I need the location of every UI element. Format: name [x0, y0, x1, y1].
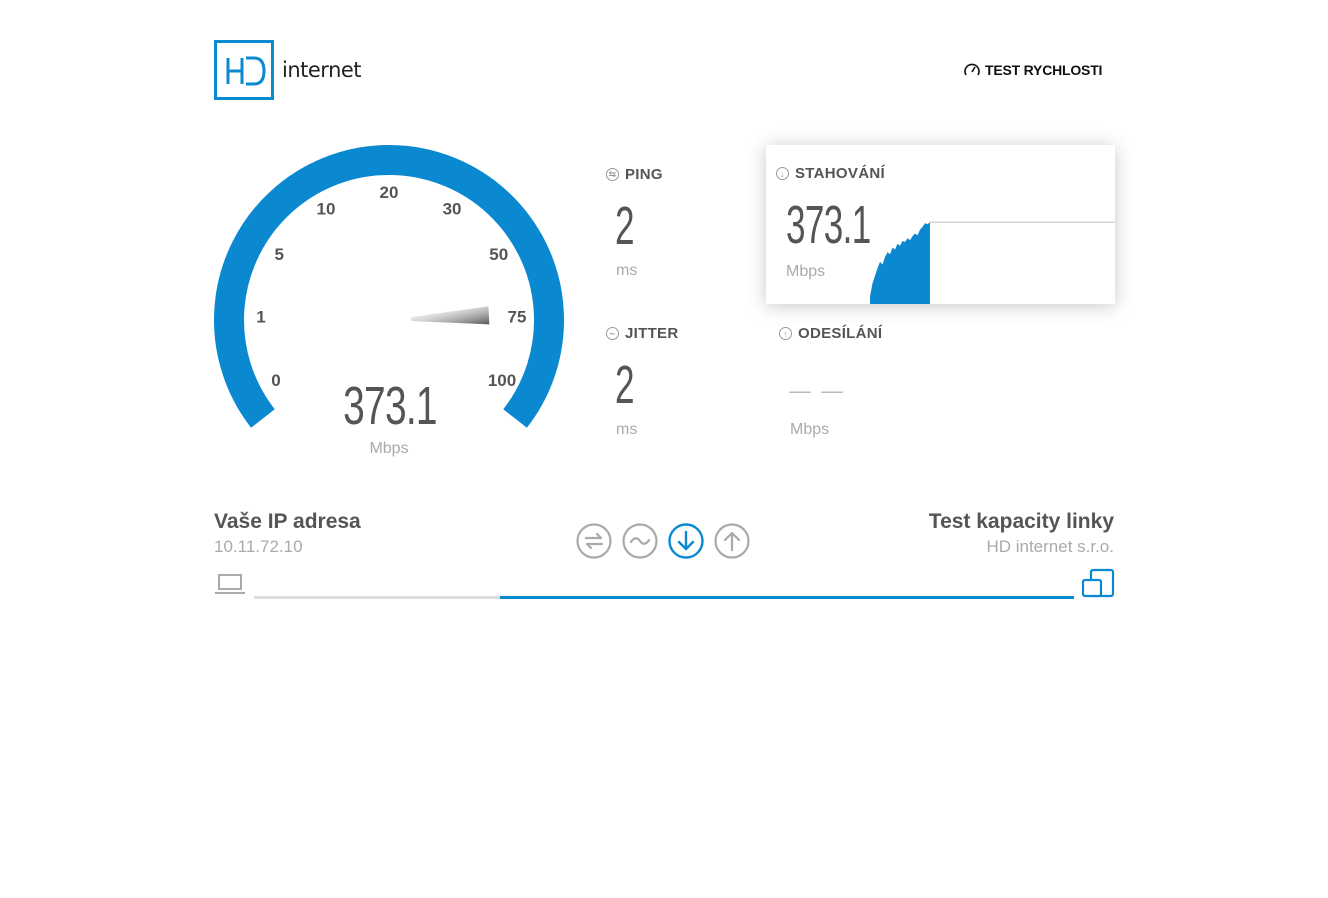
upload-value: — —	[789, 378, 846, 403]
jitter-unit: ms	[616, 421, 638, 438]
download-sparkline-area	[870, 222, 930, 304]
jitter-label-text: JITTER	[625, 325, 679, 342]
upload-step-icon	[714, 523, 750, 559]
ping-unit: ms	[616, 262, 638, 279]
gauge-tick-label: 5	[275, 245, 284, 264]
progress-fill	[500, 596, 1074, 599]
upload-label-text: ODESÍLÁNÍ	[798, 325, 883, 342]
nav-test-label: TEST RYCHLOSTI	[985, 62, 1103, 78]
nav-test-speed[interactable]: TEST RYCHLOSTI	[963, 61, 1102, 79]
ping-label: ⇆ PING	[606, 166, 663, 183]
test-steps	[576, 523, 750, 559]
server-devices-icon	[1081, 568, 1115, 598]
upload-label: ↑ ODESÍLÁNÍ	[779, 325, 882, 342]
gauge-tick-label: 20	[380, 183, 399, 202]
brand-text: internet	[282, 58, 362, 82]
download-label: ↓ STAHOVÁNÍ	[776, 165, 885, 182]
gauge-tick-label: 30	[443, 200, 462, 219]
upload-icon: ↑	[779, 327, 792, 340]
ping-value: 2	[615, 196, 635, 256]
gauge-tick-label: 75	[507, 308, 526, 327]
progress-track	[254, 596, 500, 599]
gauge-value: 373.1	[343, 376, 437, 436]
download-label-text: STAHOVÁNÍ	[795, 165, 885, 182]
server-name: HD internet s.r.o.	[986, 537, 1114, 556]
ping-label-text: PING	[625, 166, 663, 183]
hd-logo-icon	[214, 40, 274, 100]
download-sparkline	[870, 221, 1115, 304]
speedometer-icon	[964, 63, 980, 76]
gauge-needle	[410, 306, 490, 325]
jitter-value: 2	[615, 355, 635, 415]
ping-icon: ⇆	[606, 168, 619, 181]
download-icon: ↓	[776, 167, 789, 180]
gauge-tick-label: 1	[256, 308, 265, 327]
jitter-step-icon	[622, 523, 658, 559]
download-unit: Mbps	[786, 263, 826, 280]
ping-step-icon	[576, 523, 612, 559]
laptop-icon	[215, 574, 245, 594]
client-title: Vaše IP adresa	[214, 510, 361, 533]
upload-unit: Mbps	[790, 421, 830, 438]
jitter-icon: ~	[606, 327, 619, 340]
jitter-label: ~ JITTER	[606, 325, 678, 342]
server-title: Test kapacity linky	[928, 510, 1114, 533]
gauge-unit: Mbps	[369, 440, 409, 457]
client-ip: 10.11.72.10	[214, 537, 303, 556]
gauge-tick-label: 0	[271, 371, 280, 390]
gauge-tick-label: 10	[317, 200, 336, 219]
gauge-tick-label: 100	[488, 371, 516, 390]
gauge-tick-label: 50	[489, 245, 508, 264]
download-value: 373.1	[786, 195, 871, 255]
download-step-icon	[668, 523, 704, 559]
